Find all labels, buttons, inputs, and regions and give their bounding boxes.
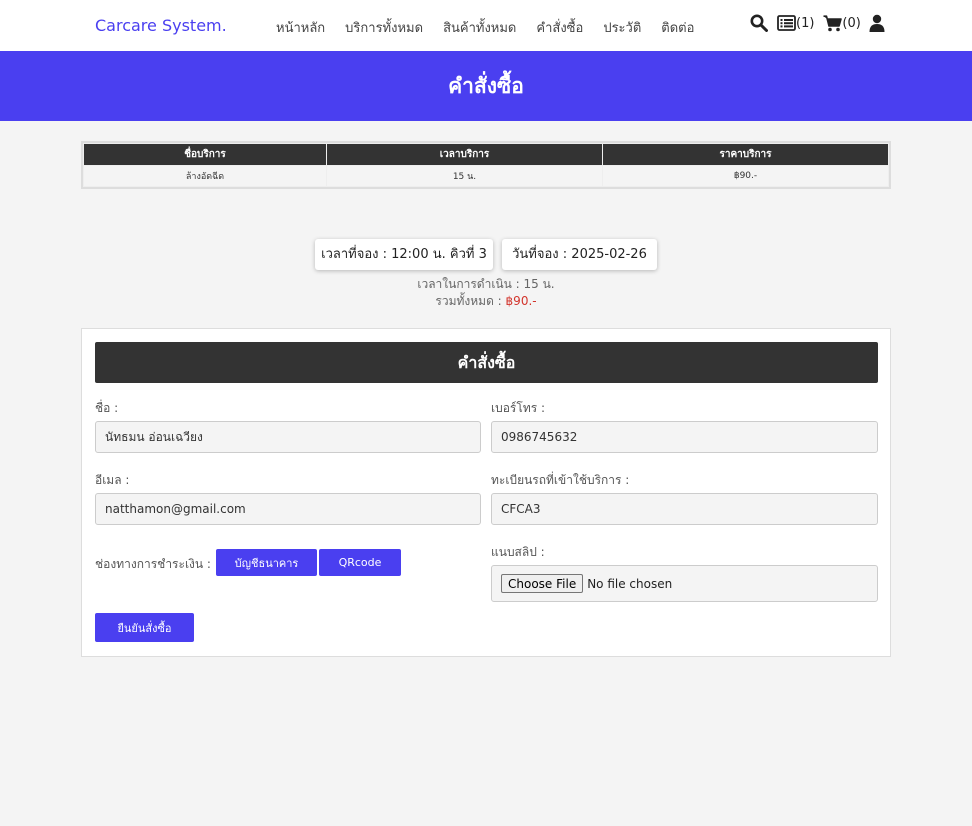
page-banner: คำสั่งซื้อ [0, 51, 972, 121]
main-menu: หน้าหลัก บริการทั้งหมด สินค้าทั้งหมด คำส… [276, 17, 714, 38]
confirm-order-button[interactable]: ยืนยันสั่งซื้อ [95, 613, 194, 642]
order-form-title: คำสั่งซื้อ [95, 342, 878, 383]
plate-label: ทะเบียนรถที่เข้าใช้บริการ : [491, 473, 630, 487]
total-label: รวมทั้งหมด : [435, 294, 506, 308]
booking-time-queue: เวลาที่จอง : 12:00 น. คิวที่ 3 [315, 239, 493, 270]
col-header-service-price: ราคาบริการ [603, 144, 888, 165]
menu-item-contact[interactable]: ติดต่อ [661, 17, 694, 38]
col-header-service-name: ชื่อบริการ [84, 144, 326, 165]
booking-date: วันที่จอง : 2025-02-26 [502, 239, 657, 270]
cart-count: (0) [842, 15, 861, 31]
table-row: ล้างอัดฉีด 15 น. ฿90.- [84, 166, 888, 186]
menu-item-history[interactable]: ประวัติ [603, 17, 641, 38]
menu-item-orders[interactable]: คำสั่งซื้อ [536, 17, 583, 38]
brand-logo[interactable]: Carcare System. [95, 16, 227, 35]
qrcode-button[interactable]: QRcode [319, 549, 401, 576]
nav-icons: (1) (0) [750, 14, 885, 32]
phone-field[interactable]: 0986745632 [491, 421, 878, 453]
total-price: ฿90.- [505, 294, 537, 308]
order-form-card: คำสั่งซื้อ ชื่อ : นัทธมน อ่อนเฉวียง เบอร… [81, 328, 891, 657]
user-icon[interactable] [869, 14, 885, 32]
phone-label: เบอร์โทร : [491, 401, 546, 415]
payment-label: ช่องทางการชำระเงิน : [95, 557, 211, 571]
search-icon[interactable] [750, 14, 768, 32]
bank-account-button[interactable]: บัญชีธนาคาร [216, 549, 317, 576]
total-line: รวมทั้งหมด : ฿90.- [0, 292, 972, 311]
cart-link[interactable]: (0) [823, 14, 861, 32]
col-header-service-time: เวลาบริการ [327, 144, 602, 165]
email-field[interactable]: natthamon@gmail.com [95, 493, 481, 525]
slip-upload-field: Choose File No file chosen [491, 565, 878, 602]
orders-count: (1) [796, 15, 815, 31]
choose-file-button[interactable]: Choose File [501, 574, 584, 593]
plate-field[interactable]: CFCA3 [491, 493, 878, 525]
name-field[interactable]: นัทธมน อ่อนเฉวียง [95, 421, 481, 453]
list-icon [777, 15, 796, 31]
menu-item-home[interactable]: หน้าหลัก [276, 17, 325, 38]
menu-item-services[interactable]: บริการทั้งหมด [345, 17, 423, 38]
email-label: อีเมล : [95, 473, 130, 487]
service-summary-table: ชื่อบริการ เวลาบริการ ราคาบริการ ล้างอัด… [81, 141, 891, 189]
slip-label: แนบสลิป : [491, 545, 545, 559]
cell-service-name: ล้างอัดฉีด [84, 166, 326, 186]
table-header-row: ชื่อบริการ เวลาบริการ ราคาบริการ [84, 144, 888, 165]
cart-icon [823, 14, 843, 32]
top-navbar: Carcare System. หน้าหลัก บริการทั้งหมด ส… [0, 0, 972, 51]
cell-service-price: ฿90.- [603, 166, 888, 186]
page-title: คำสั่งซื้อ [448, 74, 524, 98]
menu-item-products[interactable]: สินค้าทั้งหมด [443, 17, 516, 38]
orders-link[interactable]: (1) [777, 15, 814, 31]
name-label: ชื่อ : [95, 401, 119, 415]
file-status: No file chosen [587, 576, 673, 591]
cell-service-time: 15 น. [327, 166, 602, 186]
